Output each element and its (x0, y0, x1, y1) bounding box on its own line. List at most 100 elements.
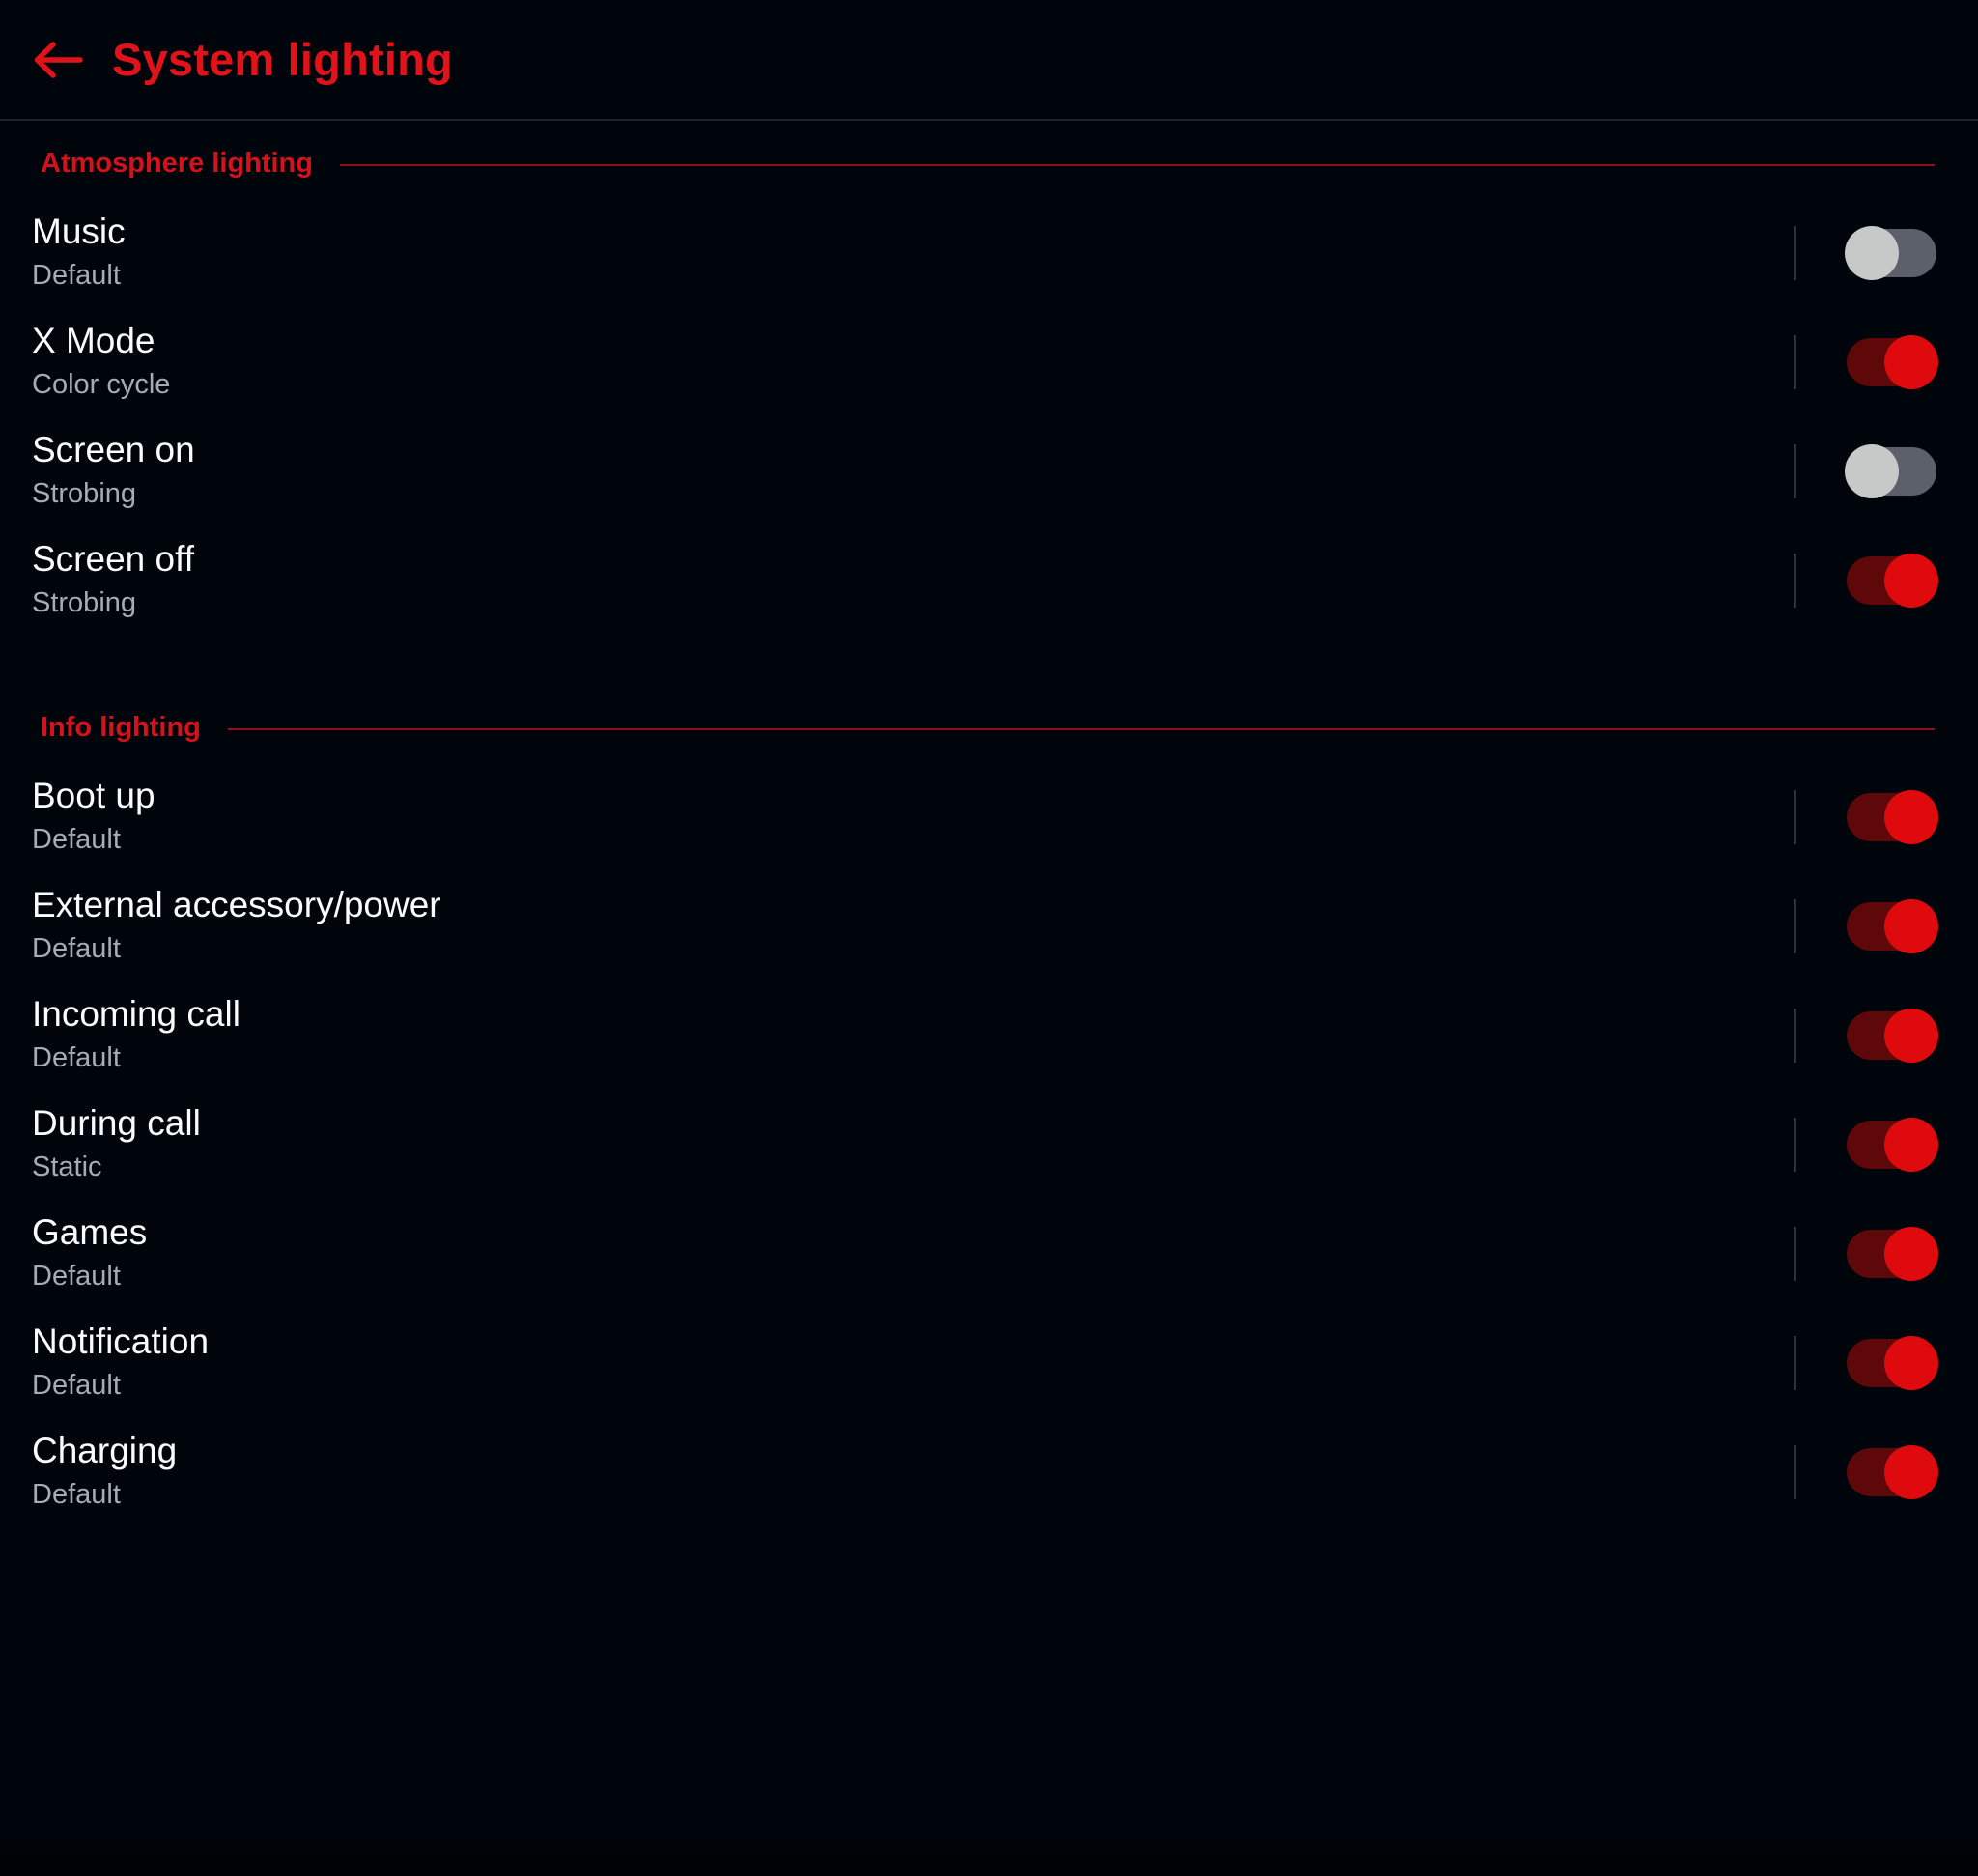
row-subtitle: Default (32, 933, 121, 965)
toggle-wrap (1794, 1417, 1941, 1526)
list-item-charging[interactable]: Charging Default (0, 1417, 1978, 1526)
row-subtitle: Default (32, 260, 121, 292)
row-text: Boot up Default (32, 777, 1794, 857)
row-title: Screen on (32, 429, 195, 469)
list-item-notification[interactable]: Notification Default (0, 1308, 1978, 1417)
section-rule (339, 163, 1935, 166)
atmosphere-lighting-rows: Music Default X Mode Color cycle Screen … (0, 198, 1978, 635)
toggle-switch-during-call[interactable] (1847, 1117, 1938, 1172)
toggle-thumb (1884, 334, 1938, 389)
toggle-switch-x-mode[interactable] (1847, 334, 1938, 389)
row-text: Games Default (32, 1213, 1794, 1293)
toggle-thumb (1884, 553, 1938, 608)
list-item-games[interactable]: Games Default (0, 1199, 1978, 1308)
vertical-divider (1794, 334, 1796, 389)
page-title: System lighting (112, 34, 453, 85)
toggle-thumb (1884, 1008, 1938, 1063)
list-item-boot-up[interactable]: Boot up Default (0, 762, 1978, 871)
row-title: Games (32, 1211, 148, 1252)
vertical-divider (1794, 1117, 1796, 1172)
toggle-switch-music[interactable] (1845, 225, 1936, 280)
list-item-x-mode[interactable]: X Mode Color cycle (0, 307, 1978, 416)
row-text: Screen on Strobing (32, 431, 1794, 511)
section-header-atmosphere-lighting: Atmosphere lighting (0, 128, 1978, 198)
row-text: Notification Default (32, 1322, 1794, 1403)
toggle-switch-games[interactable] (1847, 1226, 1938, 1281)
row-title: Boot up (32, 775, 155, 815)
row-text: During call Static (32, 1104, 1794, 1184)
title-bar: System lighting (0, 0, 1978, 121)
vertical-divider (1794, 789, 1796, 844)
toggle-wrap (1794, 981, 1941, 1090)
row-text: Screen off Strobing (32, 540, 1794, 620)
vertical-divider (1794, 1444, 1796, 1499)
vertical-divider (1794, 443, 1796, 498)
row-title: External accessory/power (32, 884, 441, 924)
vertical-divider (1794, 898, 1796, 953)
toggle-thumb (1884, 789, 1938, 844)
toggle-wrap (1794, 307, 1941, 416)
toggle-thumb (1845, 443, 1899, 498)
bottom-vignette (0, 1835, 1978, 1876)
section-header-info-lighting: Info lighting (0, 693, 1978, 762)
toggle-switch-screen-off[interactable] (1847, 553, 1938, 608)
toggle-wrap (1794, 198, 1941, 307)
row-subtitle: Strobing (32, 478, 137, 510)
arrow-left-icon[interactable] (27, 29, 89, 91)
vertical-divider (1794, 1335, 1796, 1390)
toggle-thumb (1884, 1444, 1938, 1499)
toggle-thumb (1884, 1226, 1938, 1281)
toggle-wrap (1794, 416, 1941, 526)
row-subtitle: Strobing (32, 587, 137, 619)
toggle-switch-boot-up[interactable] (1847, 789, 1938, 844)
row-text: Incoming call Default (32, 995, 1794, 1075)
toggle-wrap (1794, 1090, 1941, 1199)
row-subtitle: Default (32, 1479, 121, 1511)
row-title: Charging (32, 1430, 178, 1470)
list-item-music[interactable]: Music Default (0, 198, 1978, 307)
toggle-wrap (1794, 871, 1941, 981)
toggle-switch-incoming-call[interactable] (1847, 1008, 1938, 1063)
row-subtitle: Default (32, 824, 121, 856)
toggle-thumb (1884, 1335, 1938, 1390)
toggle-wrap (1794, 1308, 1941, 1417)
row-subtitle: Color cycle (32, 369, 171, 401)
toggle-wrap (1794, 1199, 1941, 1308)
info-lighting-rows: Boot up Default External accessory/power… (0, 762, 1978, 1526)
toggle-switch-notification[interactable] (1847, 1335, 1938, 1390)
toggle-switch-screen-on[interactable] (1845, 443, 1936, 498)
list-item-screen-on[interactable]: Screen on Strobing (0, 416, 1978, 526)
row-subtitle: Default (32, 1261, 121, 1293)
list-item-screen-off[interactable]: Screen off Strobing (0, 526, 1978, 635)
row-title: Screen off (32, 538, 194, 579)
section-label: Info lighting (41, 711, 201, 743)
toggle-switch-charging[interactable] (1847, 1444, 1938, 1499)
section-label: Atmosphere lighting (41, 147, 313, 179)
toggle-switch-external-accessory-power[interactable] (1847, 898, 1938, 953)
toggle-thumb (1884, 1117, 1938, 1172)
row-title: Incoming call (32, 993, 240, 1034)
row-subtitle: Static (32, 1151, 102, 1183)
list-item-during-call[interactable]: During call Static (0, 1090, 1978, 1199)
row-title: During call (32, 1102, 201, 1143)
vertical-divider (1794, 225, 1796, 280)
toggle-wrap (1794, 762, 1941, 871)
row-text: X Mode Color cycle (32, 322, 1794, 402)
row-text: External accessory/power Default (32, 886, 1794, 966)
toggle-wrap (1794, 526, 1941, 635)
row-text: Music Default (32, 213, 1794, 293)
toggle-thumb (1845, 225, 1899, 280)
list-item-external-accessory-power[interactable]: External accessory/power Default (0, 871, 1978, 981)
row-text: Charging Default (32, 1432, 1794, 1512)
row-subtitle: Default (32, 1370, 121, 1402)
row-title: Notification (32, 1321, 210, 1361)
row-title: X Mode (32, 320, 155, 360)
section-rule (227, 727, 1935, 730)
vertical-divider (1794, 553, 1796, 608)
row-subtitle: Default (32, 1042, 121, 1074)
row-title: Music (32, 211, 126, 251)
vertical-divider (1794, 1008, 1796, 1063)
list-item-incoming-call[interactable]: Incoming call Default (0, 981, 1978, 1090)
vertical-divider (1794, 1226, 1796, 1281)
toggle-thumb (1884, 898, 1938, 953)
